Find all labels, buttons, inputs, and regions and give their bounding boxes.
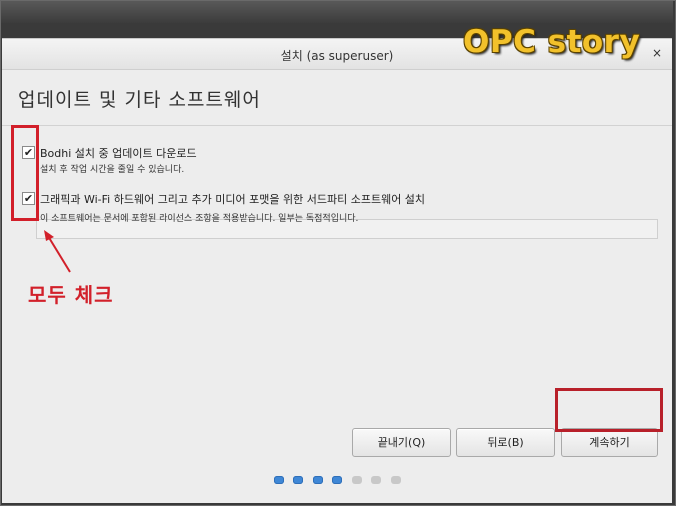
progress-dot <box>293 476 303 484</box>
annotation-box-checkboxes <box>11 125 39 221</box>
quit-button[interactable]: 끝내기(Q) <box>352 428 451 457</box>
annotation-text: 모두 체크 <box>28 283 114 307</box>
watermark-logo: OPC story <box>463 24 641 60</box>
progress-dot <box>332 476 342 484</box>
divider <box>2 125 672 126</box>
close-icon[interactable]: × <box>652 46 662 60</box>
installer-window: 설치 (as superuser) × 업데이트 및 기타 소프트웨어 ✔ Bo… <box>2 38 672 503</box>
annotation-box-continue <box>555 388 663 432</box>
page-title: 업데이트 및 기타 소프트웨어 <box>18 89 261 111</box>
progress-dot <box>352 476 362 484</box>
download-updates-label[interactable]: Bodhi 설치 중 업데이트 다운로드 <box>40 145 197 161</box>
progress-dot <box>274 476 284 484</box>
continue-button[interactable]: 계속하기 <box>561 428 658 457</box>
back-button[interactable]: 뒤로(B) <box>456 428 555 457</box>
desktop-top-bar <box>1 1 673 23</box>
third-party-label[interactable]: 그래픽과 Wi-Fi 하드웨어 그리고 추가 미디어 포맷을 위한 서드파티 소… <box>40 191 425 207</box>
third-party-description: 이 소프트웨어는 문서에 포함된 라이선스 조항을 적용받습니다. 일부는 독점… <box>40 214 359 224</box>
progress-dot <box>371 476 381 484</box>
download-updates-description: 설치 후 작업 시간을 줄일 수 있습니다. <box>40 165 185 175</box>
annotation-arrow-icon <box>44 230 71 273</box>
progress-dot <box>391 476 401 484</box>
progress-dot <box>313 476 323 484</box>
